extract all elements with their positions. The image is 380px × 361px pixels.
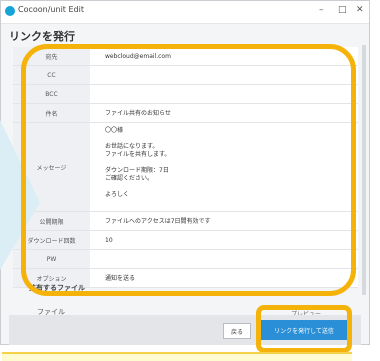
maximize-button[interactable]: □ <box>338 5 347 15</box>
page-title: リンクを発行 <box>9 30 75 43</box>
scrollbar[interactable] <box>362 45 366 295</box>
button-highlight <box>256 305 352 353</box>
minimize-button[interactable]: – <box>319 5 324 15</box>
title-bar: Cocoon/unit Edit – □ ✕ <box>1 1 369 24</box>
form-highlight <box>21 44 356 296</box>
back-button[interactable]: 戻る <box>223 323 251 339</box>
app-logo-icon <box>5 6 15 16</box>
close-button[interactable]: ✕ <box>356 5 364 15</box>
app-title: Cocoon/unit Edit <box>18 5 84 14</box>
callout-box <box>2 352 352 361</box>
